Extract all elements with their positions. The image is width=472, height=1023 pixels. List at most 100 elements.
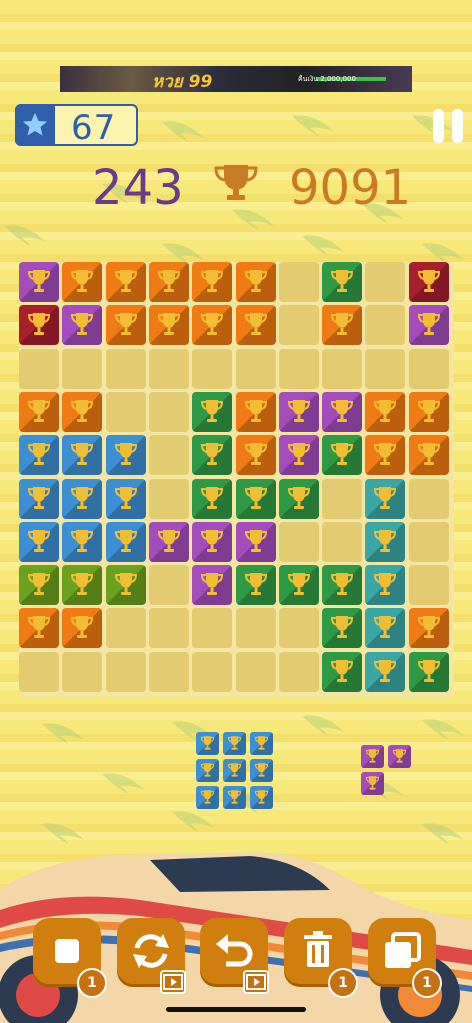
piece-tray-1[interactable] xyxy=(196,732,277,813)
empty-cell[interactable] xyxy=(236,349,276,389)
block-cell xyxy=(62,565,102,605)
trophy-icon xyxy=(200,400,224,422)
block-cell xyxy=(192,435,232,475)
block-cell xyxy=(62,479,102,519)
empty-cell[interactable] xyxy=(279,349,319,389)
empty-cell[interactable] xyxy=(236,652,276,692)
empty-cell[interactable] xyxy=(279,608,319,648)
trophy-icon xyxy=(417,270,441,292)
empty-cell[interactable] xyxy=(322,479,362,519)
trophy-icon xyxy=(70,400,94,422)
empty-cell[interactable] xyxy=(409,479,449,519)
empty-cell[interactable] xyxy=(106,652,146,692)
block-cell xyxy=(62,305,102,345)
game-board[interactable] xyxy=(19,262,454,697)
empty-cell[interactable] xyxy=(279,652,319,692)
trophy-icon xyxy=(27,487,51,509)
empty-cell[interactable] xyxy=(279,262,319,302)
piece-block xyxy=(223,759,246,782)
trophy-icon xyxy=(392,749,407,763)
trophy-icon xyxy=(27,313,51,335)
empty-cell[interactable] xyxy=(409,565,449,605)
trophy-icon xyxy=(254,763,269,777)
trophy-icon xyxy=(330,443,354,465)
empty-cell[interactable] xyxy=(149,392,189,432)
empty-cell[interactable] xyxy=(149,652,189,692)
current-score: 243 xyxy=(92,160,184,216)
block-cell xyxy=(106,262,146,302)
empty-cell[interactable] xyxy=(149,435,189,475)
empty-cell[interactable] xyxy=(409,349,449,389)
ad-banner[interactable]: หวย 99 คืนเงิน 2,000,000 xyxy=(60,66,412,92)
empty-cell[interactable] xyxy=(106,349,146,389)
empty-cell[interactable] xyxy=(192,349,232,389)
empty-cell[interactable] xyxy=(279,305,319,345)
block-cell xyxy=(322,392,362,432)
trophy-icon xyxy=(27,443,51,465)
trophy-icon xyxy=(200,736,215,750)
empty-cell[interactable] xyxy=(322,522,362,562)
trophy-icon xyxy=(70,270,94,292)
block-cell xyxy=(62,522,102,562)
wing-icon xyxy=(102,773,144,794)
block-cell xyxy=(322,262,362,302)
trophy-icon xyxy=(373,573,397,595)
trophy-icon xyxy=(70,487,94,509)
block-cell xyxy=(106,435,146,475)
trophy-icon xyxy=(417,443,441,465)
empty-cell[interactable] xyxy=(19,349,59,389)
empty-cell[interactable] xyxy=(192,652,232,692)
block-cell xyxy=(365,652,405,692)
empty-cell[interactable] xyxy=(279,522,319,562)
empty-cell[interactable] xyxy=(62,349,102,389)
block-cell xyxy=(19,608,59,648)
block-cell xyxy=(19,392,59,432)
piece-tray-2[interactable] xyxy=(361,745,414,798)
block-cell xyxy=(236,479,276,519)
trophy-icon xyxy=(227,790,242,804)
trophy-icon xyxy=(227,736,242,750)
empty-cell[interactable] xyxy=(192,608,232,648)
block-cell xyxy=(192,262,232,302)
home-indicator xyxy=(166,1007,306,1012)
empty-cell[interactable] xyxy=(365,349,405,389)
block-cell xyxy=(62,392,102,432)
trophy-icon xyxy=(373,487,397,509)
wing-icon xyxy=(422,719,464,740)
trophy-icon xyxy=(330,660,354,682)
trophy-icon xyxy=(287,487,311,509)
block-cell xyxy=(236,522,276,562)
block-cell xyxy=(409,608,449,648)
empty-cell[interactable] xyxy=(149,565,189,605)
block-cell xyxy=(409,392,449,432)
empty-cell[interactable] xyxy=(149,349,189,389)
trophy-icon xyxy=(114,573,138,595)
empty-cell[interactable] xyxy=(19,652,59,692)
pause-button[interactable] xyxy=(431,109,465,143)
empty-cell[interactable] xyxy=(322,349,362,389)
block-cell xyxy=(192,305,232,345)
empty-cell[interactable] xyxy=(365,305,405,345)
trophy-icon xyxy=(70,616,94,638)
star-badge xyxy=(15,104,55,146)
empty-cell[interactable] xyxy=(149,479,189,519)
trophy-icon xyxy=(244,270,268,292)
trophy-icon xyxy=(200,763,215,777)
piece-block xyxy=(250,732,273,755)
trophy-icon xyxy=(244,400,268,422)
empty-cell[interactable] xyxy=(106,392,146,432)
empty-cell[interactable] xyxy=(236,608,276,648)
trophy-icon xyxy=(244,487,268,509)
empty-cell[interactable] xyxy=(62,652,102,692)
trophy-icon xyxy=(244,443,268,465)
block-cell xyxy=(322,608,362,648)
piece-block xyxy=(361,745,384,768)
block-cell xyxy=(236,435,276,475)
count-badge: 1 xyxy=(77,968,107,998)
empty-cell[interactable] xyxy=(106,608,146,648)
empty-cell[interactable] xyxy=(365,262,405,302)
empty-cell[interactable] xyxy=(409,522,449,562)
empty-cell[interactable] xyxy=(149,608,189,648)
block-cell xyxy=(409,435,449,475)
block-cell xyxy=(106,479,146,519)
